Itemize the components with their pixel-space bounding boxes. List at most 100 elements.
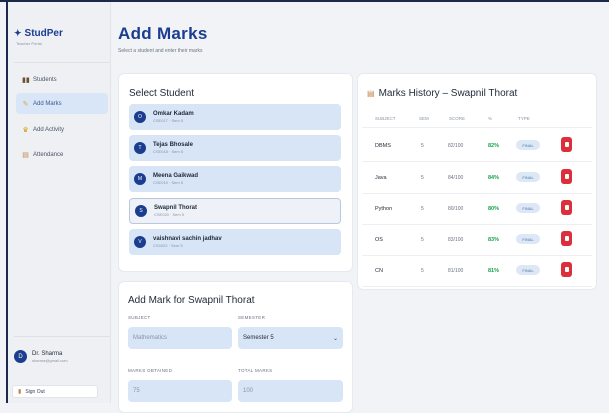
cell-percent: 80% <box>488 206 500 212</box>
pencil-icon: ✎ <box>22 100 29 108</box>
delete-button[interactable] <box>561 262 572 277</box>
cell-subject: CN <box>375 268 383 274</box>
student-avatar: V <box>134 236 146 248</box>
cell-subject: Python <box>375 206 393 212</box>
chevron-down-icon: ⌄ <box>332 335 338 342</box>
page-subtitle: Select a student and enter their marks <box>118 48 203 54</box>
cell-subject: DBMS <box>375 143 391 149</box>
student-name: Omkar Kadam <box>153 111 194 117</box>
type-badge: FINAL <box>516 265 540 275</box>
student-avatar: T <box>134 142 146 154</box>
cell-subject: OS <box>375 237 383 243</box>
table-row: OS 5 83/100 83% FINAL <box>362 224 592 256</box>
delete-button[interactable] <box>561 200 572 215</box>
type-badge: FINAL <box>516 172 540 182</box>
sidebar-item-add-activity[interactable]: ♛ Add Activity <box>16 119 108 140</box>
trash-icon <box>564 267 569 272</box>
cell-percent: 84% <box>488 175 500 181</box>
column-header-percent: % <box>488 116 493 121</box>
logo: ✦ StudPer Teacher Portal <box>14 28 63 46</box>
logo-text: StudPer <box>24 28 63 39</box>
marks-history-header: ▤ Marks History – Swapnil Thorat <box>367 88 517 99</box>
student-row-vaishnavi[interactable]: V vaishnavi sachin jadhav CS4023 · Sem 5 <box>129 229 341 255</box>
sign-out-icon: ▮ <box>18 389 22 395</box>
student-row-swapnil[interactable]: S Swapnil Thorat CSE020 · Sem 5 <box>129 198 341 224</box>
cell-percent: 82% <box>488 143 500 149</box>
column-header-sem: SEM <box>419 116 429 121</box>
logo-icon: ✦ <box>14 28 22 38</box>
sidebar-item-students[interactable]: ▮▮ Students <box>16 69 108 90</box>
student-row-omkar[interactable]: O Omkar Kadam CSE017 · Sem 5 <box>129 104 341 130</box>
trash-icon <box>564 142 569 147</box>
cell-score: 81/100 <box>448 268 464 274</box>
table-row: CN 5 81/100 81% FINAL <box>362 255 592 287</box>
student-meta: CSE018 · Sem 5 <box>153 149 184 154</box>
marks-obtained-input[interactable]: 75 <box>128 380 232 402</box>
sidebar-divider <box>14 336 110 337</box>
sidebar-item-label: Add Activity <box>33 126 65 133</box>
select-student-title: Select Student <box>129 88 195 99</box>
page-title: Add Marks <box>118 24 208 43</box>
clipboard-icon: ▤ <box>367 89 375 98</box>
sign-out-label: Sign Out <box>25 388 45 395</box>
sidebar-item-attendance[interactable]: ▤ Attendance <box>16 144 108 165</box>
semester-select[interactable]: Semester 5 ⌄ <box>238 327 343 349</box>
students-icon: ▮▮ <box>22 76 30 84</box>
cell-score: 80/100 <box>448 206 464 212</box>
table-row: Java 5 84/100 84% FINAL <box>362 162 592 194</box>
student-name: Tejas Bhosale <box>153 142 193 148</box>
student-meta: CS4023 · Sem 5 <box>153 243 183 248</box>
avatar: D <box>14 350 27 363</box>
type-badge: FINAL <box>516 234 540 244</box>
type-badge: FINAL <box>516 203 540 213</box>
sign-out-button[interactable]: ▮ Sign Out <box>12 385 98 398</box>
student-avatar: S <box>135 205 147 217</box>
marks-history-title: Marks History – Swapnil Thorat <box>378 88 518 99</box>
trash-icon <box>564 205 569 210</box>
add-mark-title: Add Mark for Swapnil Thorat <box>128 295 255 306</box>
trophy-icon: ♛ <box>22 126 29 134</box>
subject-input[interactable]: Mathematics <box>128 327 232 349</box>
cell-score: 82/100 <box>448 143 464 149</box>
cell-sem: 5 <box>421 175 424 181</box>
sidebar: ✦ StudPer Teacher Portal ▮▮ Students ✎ A… <box>8 2 111 403</box>
logo-subtitle: Teacher Portal <box>16 41 42 46</box>
student-name: vaishnavi sachin jadhav <box>153 236 222 242</box>
cell-percent: 81% <box>488 268 500 274</box>
sidebar-item-label: Students <box>33 76 57 83</box>
student-row-tejas[interactable]: T Tejas Bhosale CSE018 · Sem 5 <box>129 135 341 161</box>
cell-score: 84/100 <box>448 175 464 181</box>
marks-obtained-label: MARKS OBTAINED <box>128 368 173 373</box>
total-marks-input[interactable]: 100 <box>238 380 343 402</box>
column-header-subject: SUBJECT <box>375 116 396 121</box>
sidebar-divider <box>14 62 110 63</box>
cell-sem: 5 <box>421 268 424 274</box>
sidebar-item-add-marks[interactable]: ✎ Add Marks <box>16 93 108 114</box>
student-name: Swapnil Thorat <box>154 205 198 211</box>
user-name: Dr. Sharma <box>32 350 63 357</box>
table-row: DBMS 5 82/100 82% FINAL <box>362 130 592 162</box>
semester-label: SEMESTER <box>238 315 266 320</box>
type-badge: FINAL <box>516 140 540 150</box>
cell-subject: Java <box>375 175 387 181</box>
semester-value: Semester 5 <box>243 335 274 341</box>
total-marks-label: TOTAL MARKS <box>238 368 273 373</box>
cell-percent: 83% <box>488 237 500 243</box>
cell-sem: 5 <box>421 143 424 149</box>
delete-button[interactable] <box>561 169 572 184</box>
student-meta: CSE017 · Sem 5 <box>153 118 184 123</box>
delete-button[interactable] <box>561 137 572 152</box>
sidebar-item-label: Add Marks <box>33 100 62 107</box>
clipboard-icon: ▤ <box>22 151 29 159</box>
student-row-meena[interactable]: M Meena Gaikwad CSE019 · Sem 5 <box>129 166 341 192</box>
sidebar-item-label: Attendance <box>33 151 64 158</box>
student-meta: CSE019 · Sem 5 <box>153 180 184 185</box>
delete-button[interactable] <box>561 231 572 246</box>
student-name: Meena Gaikwad <box>153 173 199 179</box>
trash-icon <box>564 236 569 241</box>
select-student-card: Select Student O Omkar Kadam CSE017 · Se… <box>118 73 353 272</box>
student-avatar: M <box>134 173 146 185</box>
student-avatar: O <box>134 111 146 123</box>
cell-sem: 5 <box>421 206 424 212</box>
column-header-score: SCORE <box>449 116 466 121</box>
